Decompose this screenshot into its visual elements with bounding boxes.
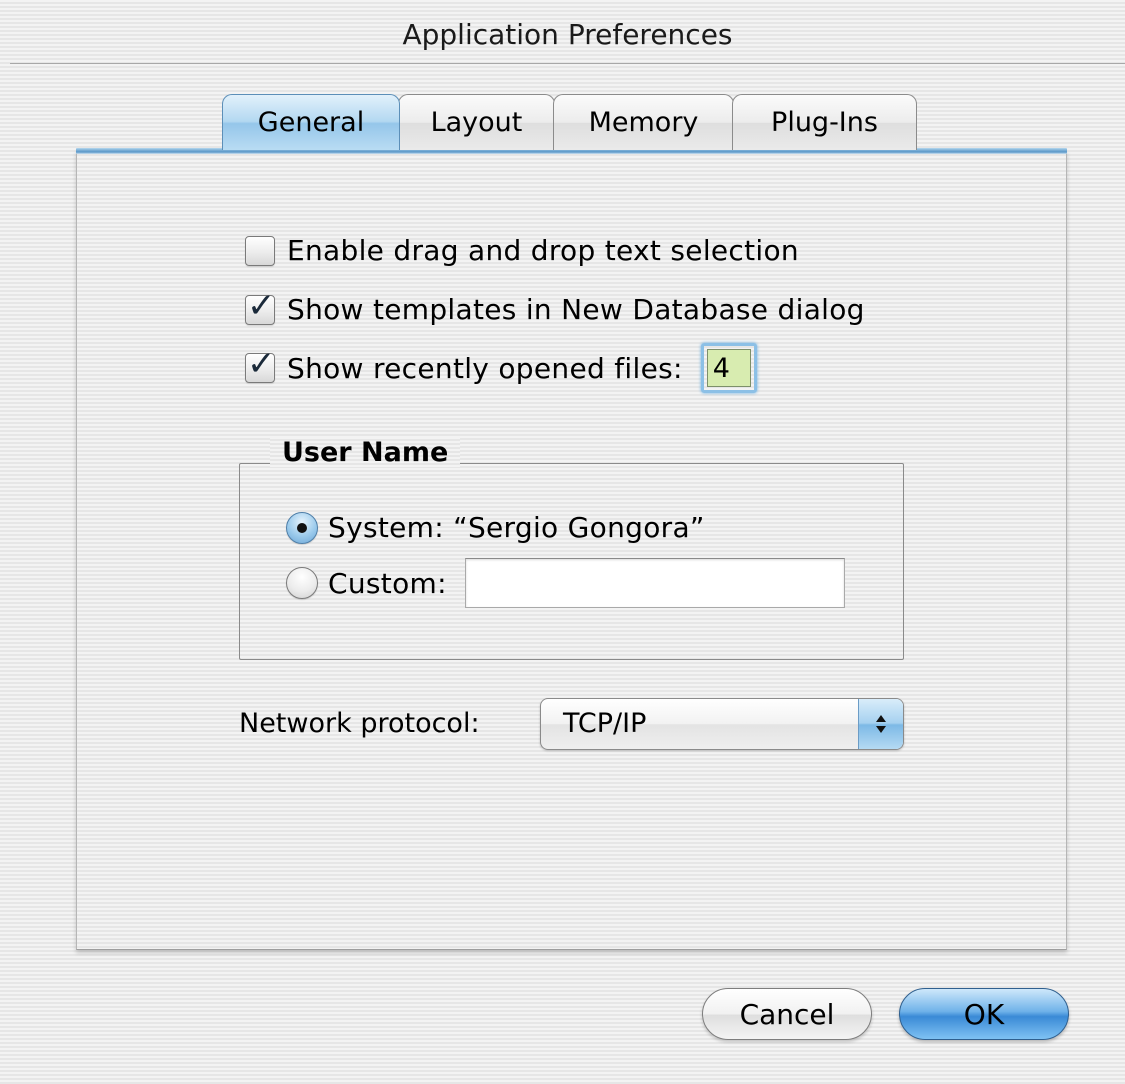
custom-name-input[interactable] xyxy=(464,558,845,608)
network-protocol-popup[interactable]: TCP/IP xyxy=(540,698,904,750)
preferences-window: Application Preferences General Layout M… xyxy=(0,0,1125,1084)
network-protocol-value: TCP/IP xyxy=(563,708,647,739)
tab-plug-ins-label: Plug-Ins xyxy=(771,107,878,138)
system-name-label: System: “Sergio Gongora” xyxy=(328,511,705,544)
tab-general-label: General xyxy=(257,107,365,138)
tab-bar: General Layout Memory Plug-Ins xyxy=(222,92,917,150)
cancel-button-label: Cancel xyxy=(739,997,835,1031)
tab-layout-label: Layout xyxy=(430,107,523,138)
network-protocol-label: Network protocol: xyxy=(239,708,480,739)
popup-arrows-icon xyxy=(858,699,903,749)
ok-button-label: OK xyxy=(963,997,1005,1031)
drag-drop-option: Enable drag and drop text selection xyxy=(245,234,799,267)
window-title: Application Preferences xyxy=(402,18,733,51)
custom-radio[interactable] xyxy=(286,567,318,599)
system-radio[interactable] xyxy=(286,511,318,544)
tab-general[interactable]: General xyxy=(222,94,400,150)
show-templates-option: ✓ Show templates in New Database dialog xyxy=(245,289,865,326)
show-recent-option: ✓ Show recently opened files: 4 xyxy=(245,343,757,393)
checkmark-icon: ✓ xyxy=(247,285,276,326)
checkmark-icon: ✓ xyxy=(247,344,276,384)
recent-files-count-field[interactable]: 4 xyxy=(700,343,757,393)
system-name-option: System: “Sergio Gongora” xyxy=(286,511,705,544)
tab-plug-ins[interactable]: Plug-Ins xyxy=(732,94,917,150)
show-templates-label: Show templates in New Database dialog xyxy=(287,293,865,326)
drag-drop-checkbox[interactable] xyxy=(245,235,275,266)
ok-button[interactable]: OK xyxy=(899,988,1069,1040)
drag-drop-label: Enable drag and drop text selection xyxy=(287,234,799,267)
tab-layout[interactable]: Layout xyxy=(398,94,555,150)
show-templates-checkbox[interactable]: ✓ xyxy=(245,289,276,325)
custom-name-label: Custom: xyxy=(328,566,447,600)
recent-files-count-value[interactable]: 4 xyxy=(706,349,751,387)
title-bar[interactable]: Application Preferences xyxy=(10,0,1125,64)
user-name-group-title: User Name xyxy=(270,437,461,468)
cancel-button[interactable]: Cancel xyxy=(702,988,872,1040)
tab-memory[interactable]: Memory xyxy=(553,94,734,150)
show-recent-checkbox[interactable]: ✓ xyxy=(245,347,276,383)
tab-memory-label: Memory xyxy=(588,107,699,138)
custom-name-option: Custom: xyxy=(286,558,845,608)
radio-dot-icon xyxy=(297,522,307,533)
show-recent-label: Show recently opened files: xyxy=(287,351,683,385)
